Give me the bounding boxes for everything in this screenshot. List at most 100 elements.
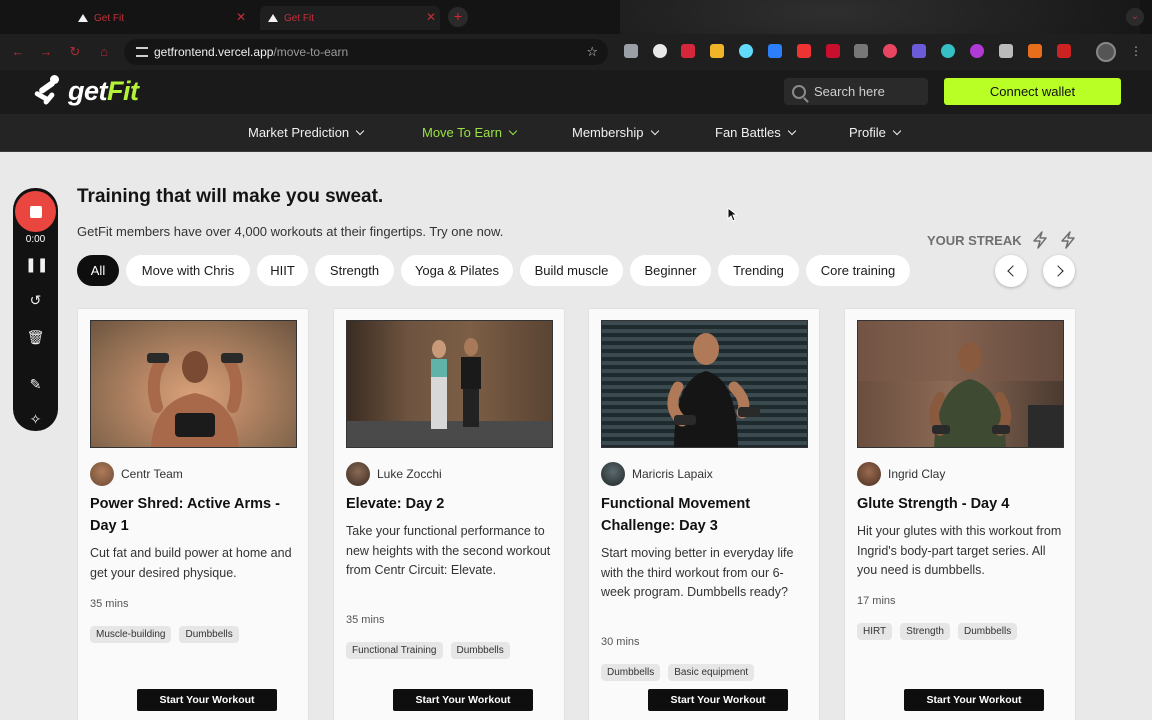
home-icon[interactable]: ⌂	[96, 44, 112, 60]
extension-icon[interactable]	[710, 44, 724, 58]
workout-card[interactable]: Maricris Lapaix Functional Movement Chal…	[588, 308, 820, 720]
avatar	[90, 462, 114, 486]
extension-icon[interactable]	[883, 44, 897, 58]
connect-wallet-button[interactable]: Connect wallet	[944, 78, 1121, 105]
search-input[interactable]: Search here	[784, 78, 928, 105]
author-name: Maricris Lapaix	[632, 467, 713, 481]
scroll-left-button[interactable]	[995, 255, 1027, 287]
workout-duration: 30 mins	[601, 636, 640, 648]
screen-recorder-toolbar: 0:00 ❚❚ ↺ 🗑 ✎ ✧	[13, 188, 58, 431]
tag: Dumbbells	[601, 664, 661, 681]
restart-icon[interactable]: ↺	[25, 291, 46, 309]
extension-icon[interactable]	[999, 44, 1013, 58]
react-devtools-icon[interactable]	[739, 44, 753, 58]
workout-card[interactable]: Luke Zocchi Elevate: Day 2 Take your fun…	[333, 308, 565, 720]
extension-icon[interactable]	[941, 44, 955, 58]
browser-tab-active[interactable]: Get Fit ✕	[260, 6, 440, 30]
author-name: Centr Team	[121, 467, 183, 481]
browser-menu-icon[interactable]: ⋮	[1130, 44, 1142, 58]
workout-description: Take your functional performance to new …	[346, 524, 551, 577]
workout-tags: Functional Training Dumbbells	[346, 642, 510, 659]
chevron-down-icon	[508, 126, 518, 136]
getfit-logo[interactable]: getFit	[30, 74, 139, 108]
extension-icon[interactable]	[681, 44, 695, 58]
filter-chip[interactable]: Core training	[806, 255, 910, 286]
workout-description: Start moving better in everyday life wit…	[601, 546, 794, 599]
nav-membership[interactable]: Membership	[572, 125, 659, 140]
extension-icon[interactable]	[970, 44, 984, 58]
browser-tab[interactable]: Get Fit ✕	[70, 6, 250, 30]
start-workout-button[interactable]: Start Your Workout	[137, 689, 277, 711]
extension-icon[interactable]	[912, 44, 926, 58]
avatar	[601, 462, 625, 486]
reload-icon[interactable]: ↻	[67, 44, 83, 60]
workout-duration: 35 mins	[346, 614, 385, 626]
workout-card[interactable]: Centr Team Power Shred: Active Arms - Da…	[77, 308, 309, 720]
workout-thumbnail	[857, 320, 1064, 448]
nav-profile[interactable]: Profile	[849, 125, 902, 140]
pause-icon[interactable]: ❚❚	[25, 255, 48, 273]
avatar	[346, 462, 370, 486]
main-nav: Market Prediction Move To Earn Membershi…	[0, 114, 1152, 152]
profile-avatar-icon[interactable]	[1096, 42, 1116, 62]
trash-icon[interactable]: 🗑	[25, 328, 46, 346]
extension-icon[interactable]	[768, 44, 782, 58]
workout-duration: 17 mins	[857, 595, 896, 607]
extension-icon[interactable]	[624, 44, 638, 58]
close-tab-icon[interactable]: ✕	[236, 10, 246, 24]
filter-chip[interactable]: HIIT	[257, 255, 308, 286]
nav-move-to-earn[interactable]: Move To Earn	[422, 125, 518, 140]
search-icon	[792, 84, 806, 99]
recording-timer: 0:00	[25, 234, 46, 245]
site-info-icon[interactable]	[136, 47, 148, 57]
start-workout-button[interactable]: Start Your Workout	[648, 689, 788, 711]
bookmark-star-icon[interactable]: ☆	[586, 44, 598, 60]
extensions-puzzle-icon[interactable]	[1057, 44, 1071, 58]
chevron-down-icon	[892, 126, 902, 136]
magic-icon[interactable]: ✧	[25, 410, 46, 428]
tab-search-icon[interactable]: ⌄	[1126, 8, 1144, 26]
nav-fan-battles[interactable]: Fan Battles	[715, 125, 797, 140]
extension-icon[interactable]	[854, 44, 868, 58]
author-name: Luke Zocchi	[377, 467, 442, 481]
filter-chip[interactable]: Move with Chris	[126, 255, 250, 286]
extension-icon[interactable]	[826, 44, 840, 58]
scroll-right-button[interactable]	[1043, 255, 1075, 287]
filter-chip-all[interactable]: All	[77, 255, 119, 286]
start-workout-button[interactable]: Start Your Workout	[393, 689, 533, 711]
filter-chip[interactable]: Strength	[315, 255, 394, 286]
extension-icon[interactable]	[797, 44, 811, 58]
workout-title: Glute Strength - Day 4	[857, 496, 1010, 512]
streak-indicator: YOUR STREAK	[927, 231, 1078, 249]
extension-icon[interactable]	[1028, 44, 1042, 58]
workout-card[interactable]: Ingrid Clay Glute Strength - Day 4 Hit y…	[844, 308, 1076, 720]
logo-text: getFit	[68, 75, 139, 106]
filter-chip[interactable]: Build muscle	[520, 255, 623, 286]
tag: Dumbbells	[957, 623, 1018, 640]
filter-chip[interactable]: Yoga & Pilates	[401, 255, 513, 286]
new-tab-icon[interactable]: +	[448, 7, 468, 27]
tag: HIRT	[857, 623, 893, 640]
url-host: getfrontend.vercel.app	[154, 45, 274, 59]
chevron-down-icon	[355, 126, 365, 136]
workout-tags: Muscle-building Dumbbells	[90, 626, 239, 643]
page-title: Training that will make you sweat.	[77, 186, 384, 207]
workout-duration: 35 mins	[90, 598, 129, 610]
author: Luke Zocchi	[346, 462, 442, 486]
nav-market-prediction[interactable]: Market Prediction	[248, 125, 365, 140]
workout-description: Cut fat and build power at home and get …	[90, 546, 292, 580]
extension-icon[interactable]	[653, 44, 667, 58]
back-icon[interactable]: ←	[10, 44, 26, 60]
address-bar[interactable]: getfrontend.vercel.app/move-to-earn ☆	[124, 39, 608, 65]
author: Maricris Lapaix	[601, 462, 713, 486]
filter-chip[interactable]: Trending	[718, 255, 799, 286]
close-tab-icon[interactable]: ✕	[426, 10, 436, 24]
pen-icon[interactable]: ✎	[25, 375, 46, 393]
chevron-down-icon	[787, 126, 797, 136]
tag: Basic equipment	[668, 664, 755, 681]
filter-chip[interactable]: Beginner	[630, 255, 711, 286]
start-workout-button[interactable]: Start Your Workout	[904, 689, 1044, 711]
site-header: getFit Search here Connect wallet	[0, 70, 1152, 114]
forward-icon[interactable]: →	[38, 44, 54, 60]
stop-recording-button[interactable]	[15, 191, 56, 232]
